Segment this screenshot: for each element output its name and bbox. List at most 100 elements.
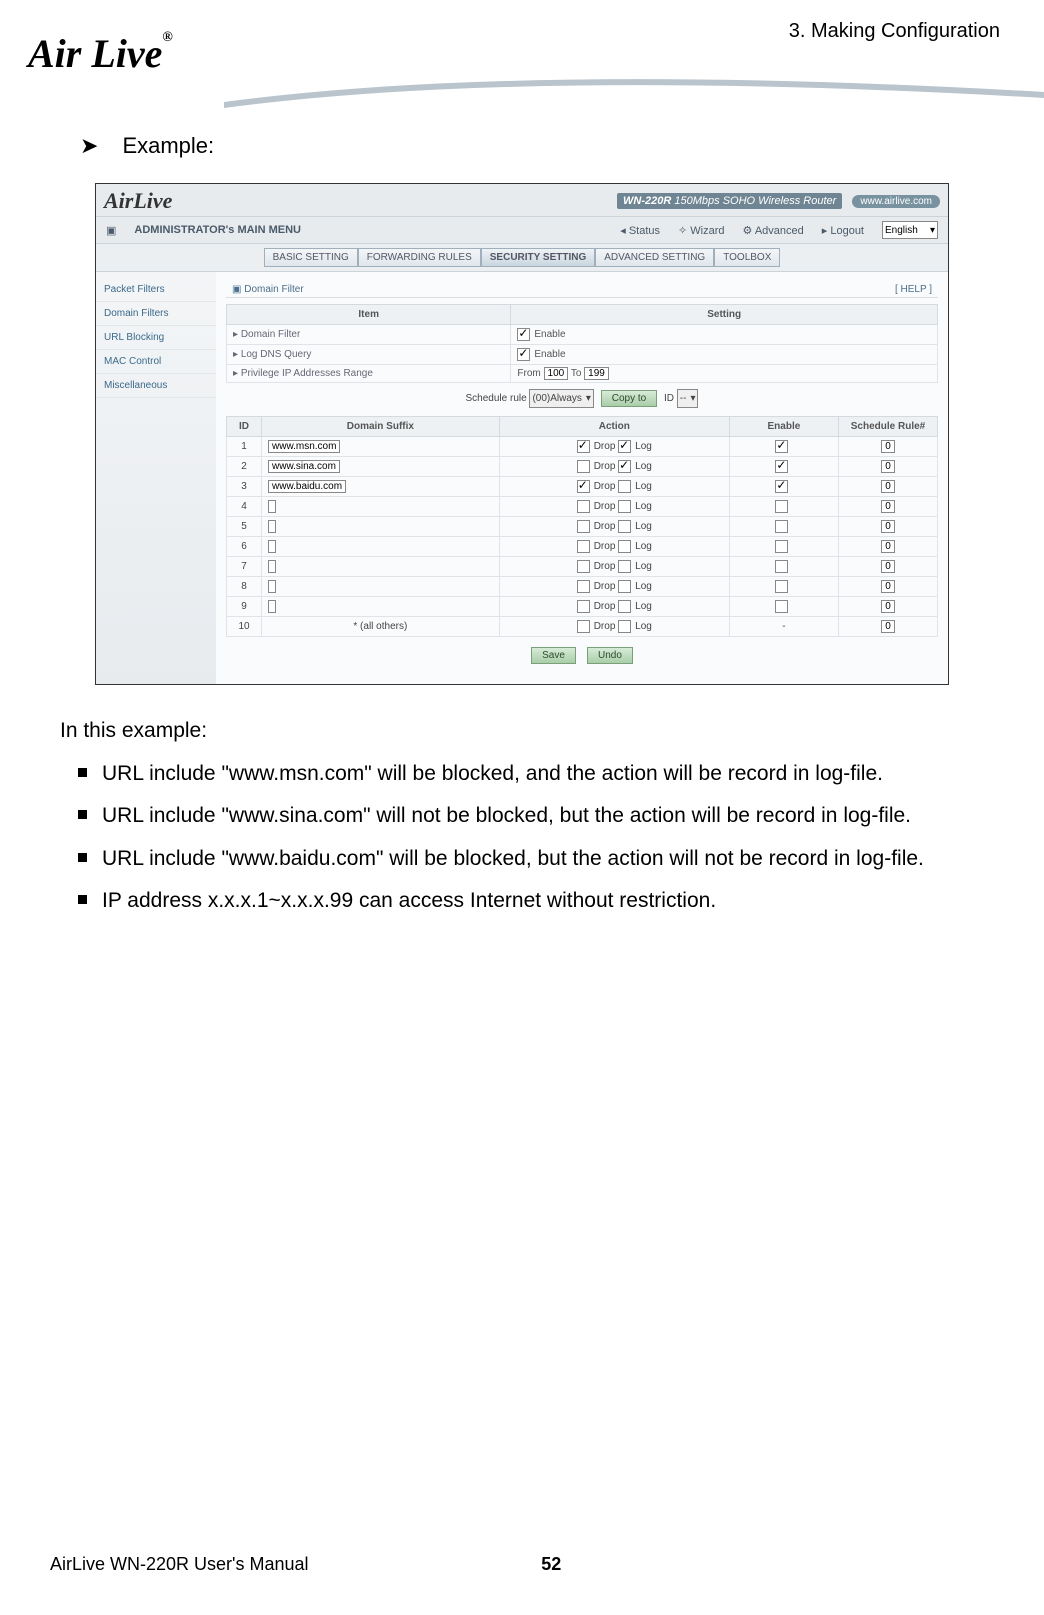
rule-enable-checkbox[interactable]: [775, 500, 788, 513]
rule-drop-checkbox[interactable]: [577, 520, 590, 533]
rule-schedule-input[interactable]: 0: [881, 480, 895, 493]
rule-row: 9Drop Log0: [227, 597, 938, 617]
rule-log-checkbox[interactable]: [618, 560, 631, 573]
rule-drop-checkbox[interactable]: [577, 440, 590, 453]
rule-id: 8: [227, 577, 262, 597]
rule-log-checkbox[interactable]: [618, 480, 631, 493]
col-item: Item: [227, 305, 511, 325]
input-ip-to[interactable]: 199: [584, 367, 609, 380]
schedule-row: Schedule rule (00)Always▾ Copy to ID --▾: [226, 383, 938, 414]
sidebar-item-packet-filters[interactable]: Packet Filters: [96, 278, 216, 302]
rule-schedule-input[interactable]: 0: [881, 440, 895, 453]
language-select[interactable]: English▾: [882, 221, 938, 239]
router-model: WN-220R 150Mbps SOHO Wireless Router: [617, 193, 842, 209]
nav-wizard[interactable]: ✧ Wizard: [678, 224, 725, 237]
rule-id: 3: [227, 477, 262, 497]
rule-domain-input[interactable]: [268, 520, 276, 533]
sidebar-item-mac-control[interactable]: MAC Control: [96, 350, 216, 374]
example-heading-text: Example:: [122, 133, 214, 158]
main-menu-label: ADMINISTRATOR's MAIN MENU: [134, 224, 301, 236]
rule-log-checkbox[interactable]: [618, 580, 631, 593]
help-link[interactable]: [ HELP ]: [895, 284, 932, 295]
rule-enable-checkbox[interactable]: [775, 540, 788, 553]
rule-schedule-input[interactable]: 0: [881, 560, 895, 573]
rule-schedule-input[interactable]: 0: [881, 500, 895, 513]
rule-domain-input[interactable]: www.sina.com: [268, 460, 340, 473]
rule-drop-checkbox[interactable]: [577, 560, 590, 573]
tab-security-setting[interactable]: SECURITY SETTING: [481, 248, 596, 267]
rule-enable-checkbox[interactable]: [775, 480, 788, 493]
rule-drop-checkbox[interactable]: [577, 460, 590, 473]
explain-item-3: URL include "www.baidu.com" will be bloc…: [78, 843, 984, 876]
rule-schedule-input[interactable]: 0: [881, 540, 895, 553]
rule-schedule-input[interactable]: 0: [881, 580, 895, 593]
example-heading: ➤Example:: [80, 133, 984, 159]
rule-domain-input[interactable]: [268, 580, 276, 593]
router-logo: AirLive: [104, 188, 172, 214]
rule-drop-checkbox[interactable]: [577, 500, 590, 513]
rule-id: 2: [227, 457, 262, 477]
schedule-rule-select[interactable]: (00)Always▾: [529, 389, 594, 408]
row-domain-filter: ▸ Domain Filter Enable: [227, 325, 938, 345]
main-menu-bar: ▣ ADMINISTRATOR's MAIN MENU ◂ Status ✧ W…: [96, 216, 948, 244]
rule-log-checkbox[interactable]: [618, 500, 631, 513]
rule-row: 1www.msn.comDrop Log0: [227, 437, 938, 457]
rule-drop-checkbox[interactable]: [577, 600, 590, 613]
input-ip-from[interactable]: 100: [544, 367, 569, 380]
checkbox-domain-filter-enable[interactable]: [517, 328, 530, 341]
rule-drop-checkbox[interactable]: [577, 620, 590, 633]
sidebar: Packet Filters Domain Filters URL Blocki…: [96, 272, 216, 684]
brand-logo: Air Live®: [28, 30, 173, 77]
rule-log-checkbox[interactable]: [618, 440, 631, 453]
rule-enable-checkbox[interactable]: [775, 600, 788, 613]
rule-log-checkbox[interactable]: [618, 600, 631, 613]
registered-mark: ®: [162, 30, 172, 45]
tab-forwarding-rules[interactable]: FORWARDING RULES: [358, 248, 481, 267]
rule-enable-checkbox[interactable]: [775, 440, 788, 453]
tab-toolbox[interactable]: TOOLBOX: [714, 248, 780, 267]
rule-drop-checkbox[interactable]: [577, 580, 590, 593]
tab-basic-setting[interactable]: BASIC SETTING: [264, 248, 358, 267]
explanation-text: In this example: URL include "www.msn.co…: [60, 715, 984, 918]
rule-drop-checkbox[interactable]: [577, 540, 590, 553]
rule-domain-input[interactable]: www.msn.com: [268, 440, 340, 453]
rule-enable-checkbox[interactable]: [775, 460, 788, 473]
rule-schedule-input[interactable]: 0: [881, 520, 895, 533]
copy-to-button[interactable]: Copy to: [601, 390, 657, 407]
rule-enable-checkbox[interactable]: [775, 580, 788, 593]
sidebar-item-url-blocking[interactable]: URL Blocking: [96, 326, 216, 350]
tab-advanced-setting[interactable]: ADVANCED SETTING: [595, 248, 714, 267]
brand-logo-text: Air Live: [28, 31, 162, 76]
rule-domain-input[interactable]: www.baidu.com: [268, 480, 346, 493]
rule-domain-input[interactable]: [268, 500, 276, 513]
rule-schedule-input[interactable]: 0: [881, 620, 895, 633]
col-action: Action: [499, 417, 729, 437]
nav-status[interactable]: ◂ Status: [620, 224, 660, 237]
rule-log-checkbox[interactable]: [618, 520, 631, 533]
checkbox-log-dns-enable[interactable]: [517, 348, 530, 361]
rule-domain-input[interactable]: [268, 560, 276, 573]
panel-title: ▣ Domain Filter: [232, 284, 304, 295]
intro-line: In this example:: [60, 715, 984, 748]
rule-log-checkbox[interactable]: [618, 460, 631, 473]
explain-item-4: IP address x.x.x.1~x.x.x.99 can access I…: [78, 885, 984, 918]
undo-button[interactable]: Undo: [587, 647, 633, 664]
nav-logout[interactable]: ▸ Logout: [822, 224, 864, 237]
sidebar-item-domain-filters[interactable]: Domain Filters: [96, 302, 216, 326]
rule-schedule-input[interactable]: 0: [881, 600, 895, 613]
rule-log-checkbox[interactable]: [618, 540, 631, 553]
rule-domain-static: * (all others): [262, 617, 500, 637]
rule-domain-input[interactable]: [268, 600, 276, 613]
rule-drop-checkbox[interactable]: [577, 480, 590, 493]
copy-id-select[interactable]: --▾: [677, 389, 699, 408]
rule-row: 2www.sina.comDrop Log0: [227, 457, 938, 477]
rule-log-checkbox[interactable]: [618, 620, 631, 633]
nav-advanced[interactable]: ⚙ Advanced: [743, 224, 804, 237]
rule-schedule-input[interactable]: 0: [881, 460, 895, 473]
chevron-down-icon: ▾: [586, 393, 591, 404]
sidebar-item-miscellaneous[interactable]: Miscellaneous: [96, 374, 216, 398]
rule-enable-checkbox[interactable]: [775, 520, 788, 533]
rule-enable-checkbox[interactable]: [775, 560, 788, 573]
rule-domain-input[interactable]: [268, 540, 276, 553]
save-button[interactable]: Save: [531, 647, 576, 664]
